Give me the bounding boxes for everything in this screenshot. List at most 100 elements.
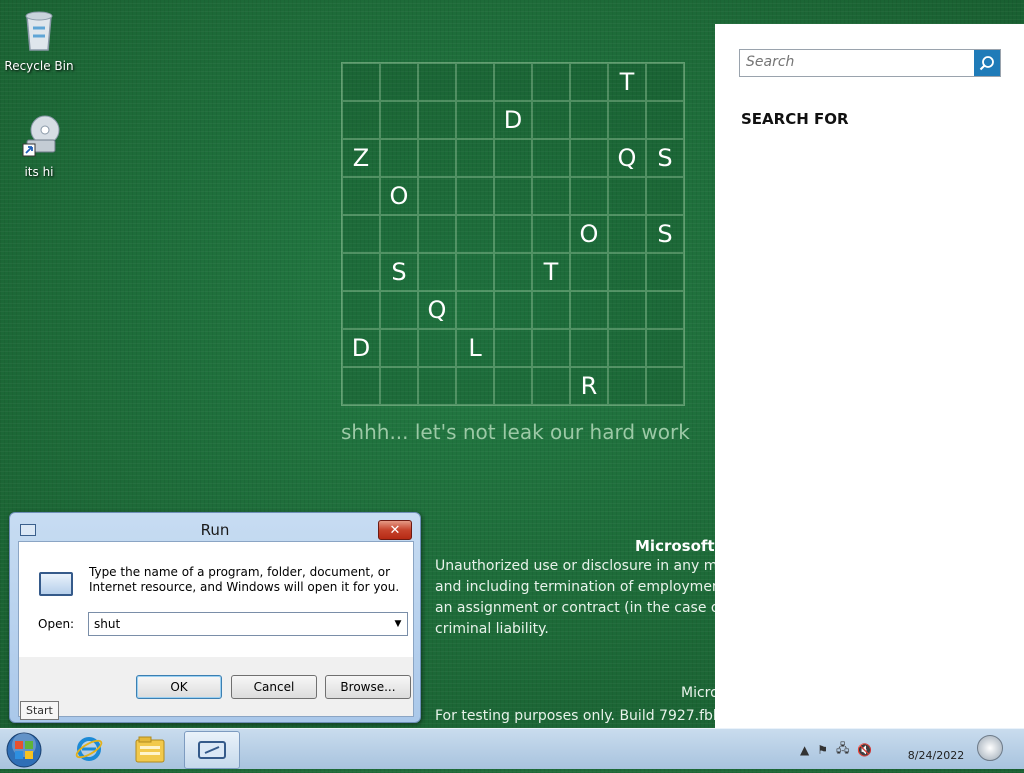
grid-cell — [532, 177, 570, 215]
start-button[interactable] — [4, 731, 44, 769]
grid-cell: S — [646, 215, 684, 253]
recycle-bin-icon — [25, 11, 53, 51]
grid-cell — [646, 291, 684, 329]
grid-cell — [646, 177, 684, 215]
internet-explorer-icon — [75, 737, 103, 761]
grid-cell — [494, 215, 532, 253]
disc-drive-shortcut-icon — [22, 115, 60, 157]
grid-cell — [456, 101, 494, 139]
grid-cell — [494, 253, 532, 291]
show-hidden-icons-icon[interactable]: ▲ — [800, 743, 809, 757]
footer-brand: Micro — [681, 685, 719, 701]
search-button[interactable] — [974, 50, 1000, 76]
grid-cell — [608, 291, 646, 329]
close-button[interactable]: ✕ — [378, 520, 412, 540]
grid-cell — [456, 63, 494, 101]
search-icon — [979, 56, 994, 71]
grid-cell — [456, 291, 494, 329]
grid-cell: D — [494, 101, 532, 139]
browse-button[interactable]: Browse... — [325, 675, 411, 699]
open-label: Open: — [38, 617, 75, 631]
grid-cell — [608, 329, 646, 367]
search-input[interactable] — [740, 50, 976, 74]
grid-cell — [532, 291, 570, 329]
system-tray: ▲ ⚑ 🖧 🔇 — [800, 739, 872, 760]
taskbar-internet-explorer[interactable] — [62, 731, 116, 767]
grid-cell — [380, 101, 418, 139]
ok-button[interactable]: OK — [136, 675, 222, 699]
grid-cell — [570, 253, 608, 291]
windows-explorer-icon — [135, 736, 165, 763]
grid-cell — [380, 367, 418, 405]
run-icon — [39, 572, 73, 596]
notice-title: Microsoft — [635, 537, 715, 555]
cancel-button[interactable]: Cancel — [231, 675, 317, 699]
grid-cell — [418, 367, 456, 405]
run-dialog: Run ✕ Type the name of a program, folder… — [9, 512, 421, 723]
grid-cell — [646, 253, 684, 291]
grid-cell — [494, 329, 532, 367]
grid-cell — [418, 139, 456, 177]
grid-cell — [456, 253, 494, 291]
grid-cell: O — [380, 177, 418, 215]
taskbar-clock[interactable]: 8/24/2022 — [905, 735, 967, 763]
grid-cell — [418, 177, 456, 215]
notice-body: Unauthorized use or disclosure in any ma… — [435, 558, 725, 637]
grid-cell — [570, 329, 608, 367]
grid-cell — [456, 367, 494, 405]
grid-cell — [342, 177, 380, 215]
dropdown-arrow-icon[interactable]: ▼ — [389, 613, 407, 635]
grid-cell: T — [608, 63, 646, 101]
clock-date: 8/24/2022 — [907, 749, 965, 762]
grid-cell — [456, 139, 494, 177]
grid-cell — [380, 63, 418, 101]
grid-cell — [418, 253, 456, 291]
grid-cell — [494, 139, 532, 177]
grid-cell: R — [570, 367, 608, 405]
grid-cell: S — [646, 139, 684, 177]
grid-cell — [380, 215, 418, 253]
grid-cell: Z — [342, 139, 380, 177]
grid-cell — [380, 139, 418, 177]
grid-cell — [342, 63, 380, 101]
grid-cell — [646, 101, 684, 139]
its-hi-shortcut[interactable]: its hi — [1, 114, 77, 179]
run-description: Type the name of a program, folder, docu… — [89, 565, 400, 594]
grid-cell — [570, 101, 608, 139]
action-center-flag-icon[interactable]: ⚑ — [817, 743, 828, 757]
search-for-heading: SEARCH FOR — [741, 110, 849, 128]
grid-cell — [342, 101, 380, 139]
grid-cell — [570, 291, 608, 329]
volume-muted-icon[interactable]: 🔇 — [857, 743, 872, 757]
grid-cell: L — [456, 329, 494, 367]
grid-cell — [494, 63, 532, 101]
grid-cell: S — [380, 253, 418, 291]
grid-cell — [608, 367, 646, 405]
grid-cell — [646, 329, 684, 367]
grid-cell — [494, 291, 532, 329]
recycle-bin-shortcut[interactable]: Recycle Bin — [1, 6, 77, 73]
grid-cell — [418, 101, 456, 139]
grid-cell — [494, 177, 532, 215]
taskbar-run[interactable] — [184, 731, 240, 769]
run-dialog-title: Run — [200, 521, 230, 539]
grid-cell — [532, 329, 570, 367]
grid-cell — [418, 329, 456, 367]
recycle-bin-label: Recycle Bin — [4, 59, 74, 73]
grid-cell — [570, 63, 608, 101]
wallpaper-tagline: shhh... let's not leak our hard work — [341, 420, 690, 444]
search-box — [739, 49, 1001, 77]
letter-grid: TDZQSOOSSTQDLR — [341, 62, 685, 406]
grid-cell — [342, 367, 380, 405]
network-icon[interactable]: 🖧 — [836, 739, 849, 760]
grid-cell — [418, 215, 456, 253]
grid-cell — [380, 291, 418, 329]
windows-logo-icon — [6, 732, 42, 768]
open-input[interactable] — [89, 614, 389, 634]
taskbar-windows-explorer[interactable] — [123, 731, 177, 767]
grid-cell — [608, 101, 646, 139]
grid-cell: T — [532, 253, 570, 291]
show-desktop-button[interactable] — [977, 735, 1003, 761]
footer-build: For testing purposes only. Build 7927.fb… — [435, 708, 715, 724]
taskbar: ▲ ⚑ 🖧 🔇 8/24/2022 — [0, 728, 1024, 769]
